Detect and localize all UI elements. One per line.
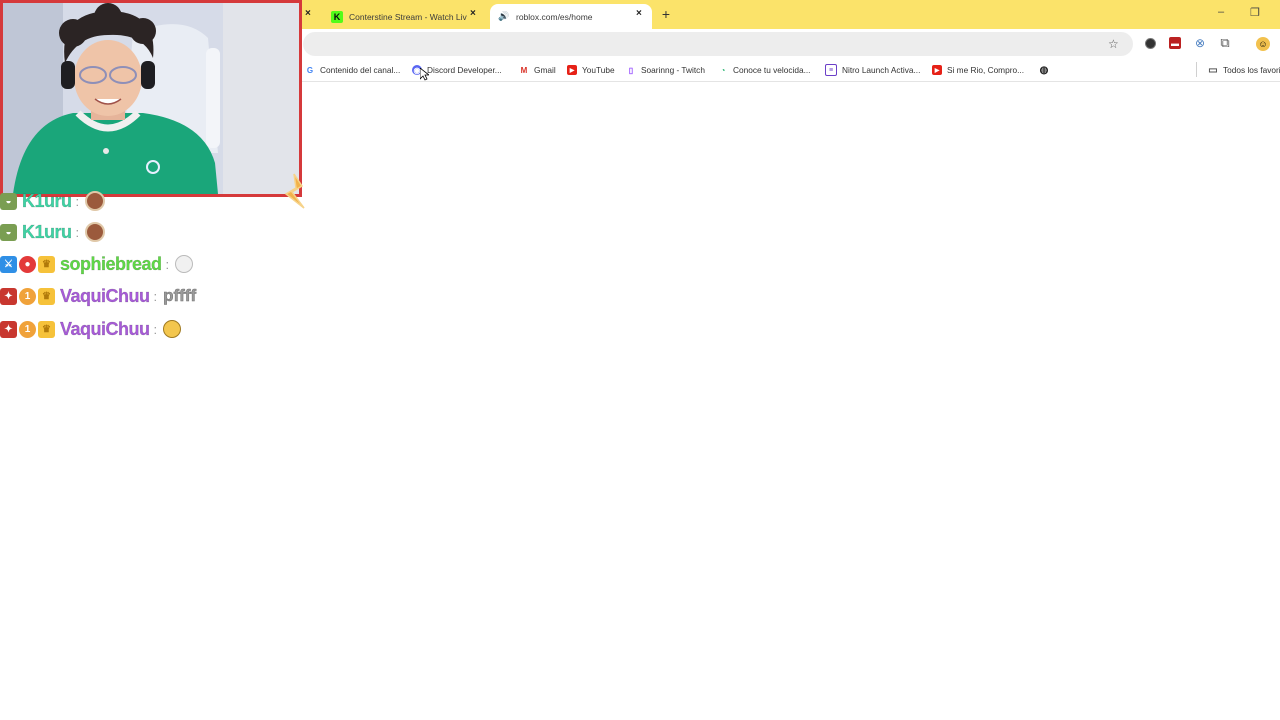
chat-username: VaquiChuu [60, 318, 150, 339]
bookmark-contenido[interactable]: G Contenido del canal... [305, 64, 400, 76]
bookmark-speedtest[interactable]: ◔ Conoce tu velocida... [718, 64, 811, 76]
address-input[interactable] [317, 32, 1101, 58]
face-emote [85, 191, 106, 211]
face-emote [85, 222, 106, 242]
chat-username: K1uru [22, 190, 72, 211]
tab-kick-stream[interactable]: K Conterstine Stream - Watch Live [327, 4, 477, 29]
sword-badge: ✦ [0, 287, 17, 305]
chat-message: ◒ K1uru : [0, 219, 106, 245]
address-bar[interactable] [303, 32, 1133, 58]
chat-separator: : [153, 321, 158, 337]
streamer-webcam-image [3, 3, 299, 194]
strawberry-badge: ● [19, 255, 36, 273]
bookmark-globe[interactable]: ◍ [1039, 64, 1054, 76]
chat-username: sophiebread [60, 253, 162, 274]
profile-icon[interactable]: ☺ [1256, 37, 1270, 51]
chat-message: ✦ 1 ♛ VaquiChuu : pffff [0, 283, 196, 309]
decoration-icon [284, 173, 305, 209]
chat-separator: : [165, 256, 170, 272]
translate-icon[interactable]: ⊗ [1194, 36, 1206, 50]
kick-icon: K [331, 10, 343, 23]
chat-message-text: pffff [163, 286, 197, 306]
folder-icon: ▭ [1208, 64, 1218, 76]
webcam-overlay [0, 0, 302, 197]
twitch-icon: ▯ [628, 65, 634, 75]
close-tab-icon[interactable]: × [305, 8, 311, 19]
globe-icon: ◍ [1039, 64, 1049, 76]
speedtest-icon: ◔ [720, 65, 726, 75]
record-icon[interactable] [1144, 37, 1156, 49]
puzzle-icon[interactable]: ⧉ [1219, 35, 1231, 50]
chat-message: ✦ 1 ♛ VaquiChuu : [0, 316, 182, 342]
chat-separator: : [75, 224, 80, 240]
mouse-cursor-icon [420, 68, 429, 81]
bookmark-youtube[interactable]: ▶ YouTube [567, 64, 615, 76]
close-tab-icon[interactable]: × [636, 8, 642, 19]
tab-title: roblox.com/es/home [516, 11, 593, 22]
tab-title: Conterstine Stream - Watch Live [349, 11, 467, 22]
all-bookmarks-folder[interactable]: ▭ Todos los favoritos [1208, 64, 1280, 76]
gmail-icon: M [520, 65, 528, 75]
pot-badge: ◒ [0, 192, 17, 210]
chat-username: K1uru [22, 221, 72, 242]
chat-separator: : [75, 193, 80, 209]
minimize-button[interactable]: – [1218, 6, 1224, 18]
moderator-badge: ⚔ [0, 255, 17, 273]
youtube-icon: ▶ [567, 65, 577, 75]
new-tab-button[interactable]: + [659, 7, 673, 21]
sword-badge: ✦ [0, 320, 17, 338]
pot-badge: ◒ [0, 223, 17, 241]
chat-message: ⚔ ● ♛ sophiebread : [0, 251, 194, 277]
bookmark-nitro[interactable]: ≡ Nitro Launch Activa... [825, 64, 920, 76]
chat-separator: : [153, 288, 158, 304]
number-one-badge: 1 [19, 287, 36, 305]
crown-badge: ♛ [38, 255, 55, 273]
chat-message: ◒ K1uru : [0, 188, 106, 214]
bookmark-si-me-rio[interactable]: ▶ Si me Rio, Compro... [932, 64, 1024, 76]
youtube-icon: ▶ [932, 65, 942, 75]
speaker-icon: 🔊 [498, 10, 510, 21]
restore-button[interactable]: ❐ [1250, 6, 1260, 19]
number-one-badge: 1 [19, 320, 36, 338]
hand-emote [175, 255, 194, 273]
bookmark-star-icon[interactable]: ☆ [1108, 37, 1119, 51]
nitro-icon: ≡ [825, 64, 837, 76]
chat-username: VaquiChuu [60, 285, 150, 306]
crown-badge: ♛ [38, 287, 55, 305]
google-icon: G [306, 65, 314, 75]
tab-roblox[interactable]: 🔊 roblox.com/es/home [490, 4, 652, 29]
close-tab-icon[interactable]: × [470, 8, 476, 19]
bookmark-twitch[interactable]: ▯ Soarinng - Twitch [626, 64, 705, 76]
laughing-emote [163, 320, 182, 338]
bookmark-gmail[interactable]: M Gmail [519, 64, 556, 76]
bookmarks-divider [1196, 62, 1197, 77]
pdf-icon[interactable]: ▬ [1169, 37, 1181, 49]
crown-badge: ♛ [38, 320, 55, 338]
